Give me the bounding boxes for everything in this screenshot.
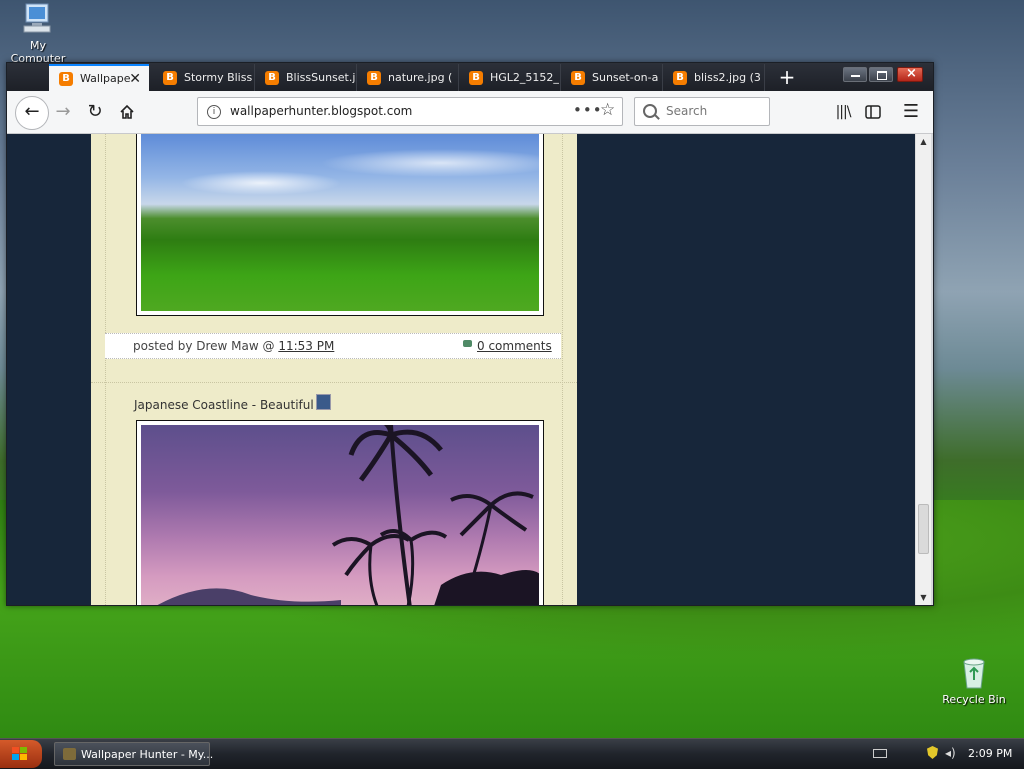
post-footer: posted by Drew Maw @ 11:53 PM 0 comments [105,333,561,359]
bliss-wallpaper-image[interactable] [141,134,539,311]
computer-icon [23,3,51,33]
search-placeholder: Search [666,104,708,118]
posted-by-text: posted by Drew Maw @ [133,339,279,353]
url-text: wallpaperhunter.blogspot.com [230,104,413,118]
blogger-icon: B [163,70,177,85]
comment-icon [463,340,472,347]
blogger-icon: B [673,70,687,85]
maximize-icon [877,71,887,80]
post-byline: posted by Drew Maw @ 11:53 PM [133,339,334,353]
tab-bliss-sunset[interactable]: B BlissSunset.j [255,64,357,91]
tab-bliss2[interactable]: B bliss2.jpg (3 [663,64,765,91]
tab-label: nature.jpg ( [388,71,453,84]
home-button[interactable] [113,98,141,126]
my-computer-desktop-icon[interactable]: My Computer [2,2,74,65]
security-shield-icon[interactable] [927,746,938,759]
post-title: Japanese Coastline - Beautiful [134,398,314,412]
blog-post-column: posted by Drew Maw @ 11:53 PM 0 comments… [91,134,577,605]
library-icon: |||\ [835,104,852,120]
tab-label: HGL2_5152_ [490,71,559,84]
site-info-icon[interactable]: i [207,105,221,119]
menu-button[interactable]: ☰ [897,98,925,126]
tab-hgl2[interactable]: B HGL2_5152_ [459,64,561,91]
sidebar-icon [865,105,881,119]
hamburger-menu-icon: ☰ [902,101,920,122]
taskbar-item-label: Wallpaper Hunter - My... [81,748,214,761]
blogger-icon: B [59,71,73,86]
search-icon [643,104,657,118]
page-actions-icon[interactable]: ••• [573,101,603,119]
comments-link[interactable]: 0 comments [477,339,552,353]
navigation-toolbar: ← → ↻ i wallpaperhunter.blogspot.com •••… [7,91,933,134]
tab-label: Stormy Bliss [184,71,253,84]
bliss-wallpaper-frame [136,134,544,316]
reload-button[interactable]: ↻ [81,98,109,126]
tab-bar: B Wallpape ✕ B Stormy Bliss B BlissSunse… [7,63,933,91]
blogger-icon: B [265,70,279,85]
taskbar-item-browser[interactable]: Wallpaper Hunter - My... [54,742,214,766]
scroll-up-arrow-icon[interactable]: ▲ [916,134,931,149]
tab-label: bliss2.jpg (3 [694,71,761,84]
close-tab-icon[interactable]: ✕ [129,71,141,87]
keyboard-icon[interactable] [873,749,887,758]
tab-label: BlissSunset.j [286,71,356,84]
scroll-down-arrow-icon[interactable]: ▼ [916,590,931,605]
image-icon[interactable] [316,394,331,410]
forward-arrow-icon: → [55,101,71,122]
maximize-button[interactable] [869,67,893,82]
post-divider [91,382,577,383]
minimize-icon [851,75,860,77]
browser-window: B Wallpape ✕ B Stormy Bliss B BlissSunse… [6,62,934,606]
library-button[interactable]: |||\ [829,98,857,126]
system-clock[interactable]: 2:09 PM [968,747,1012,760]
scrollbar-thumb[interactable] [918,504,929,554]
forward-button[interactable]: → [49,98,77,126]
bookmark-star-icon[interactable]: ☆ [600,100,615,120]
tab-wallpaper-hunter[interactable]: B Wallpape ✕ [49,64,149,91]
back-button[interactable]: ← [15,96,49,130]
close-window-button[interactable]: × [897,66,923,82]
page-viewport: posted by Drew Maw @ 11:53 PM 0 comments… [7,134,915,605]
reload-icon: ↻ [87,101,103,122]
minimize-button[interactable] [843,67,867,82]
blogger-icon: B [469,70,483,85]
sidebar-button[interactable] [859,98,887,126]
new-tab-button[interactable]: + [773,64,801,91]
tab-stormy-bliss[interactable]: B Stormy Bliss [153,64,255,91]
home-icon [120,104,134,119]
volume-icon[interactable]: ◂) [945,746,959,760]
recycle-bin-label: Recycle Bin [942,693,1006,706]
recycle-bin-desktop-icon[interactable]: Recycle Bin [940,656,1008,706]
address-bar[interactable]: i wallpaperhunter.blogspot.com ••• ☆ [197,97,623,126]
recycle-bin-icon [963,658,985,689]
post-time-link[interactable]: 11:53 PM [278,339,334,353]
tab-label: Sunset-on-a [592,71,659,84]
taskbar: Wallpaper Hunter - My... ◂) 2:09 PM [0,738,1024,769]
start-button[interactable] [0,740,42,768]
browser-app-icon [63,748,76,760]
windows-logo-icon [12,747,27,760]
close-icon: × [906,66,917,81]
search-input[interactable]: Search [634,97,770,126]
blogger-icon: B [367,70,381,85]
tab-sunset-on-a[interactable]: B Sunset-on-a [561,64,663,91]
coastline-wallpaper-image[interactable] [141,425,539,605]
palm-trees-silhouette [157,425,539,605]
back-arrow-icon: ← [24,101,40,122]
tab-label: Wallpape [80,72,131,85]
coastline-wallpaper-frame [136,420,544,605]
blogger-icon: B [571,70,585,85]
tab-nature[interactable]: B nature.jpg ( [357,64,459,91]
vertical-scrollbar[interactable]: ▲ ▼ [915,134,931,605]
